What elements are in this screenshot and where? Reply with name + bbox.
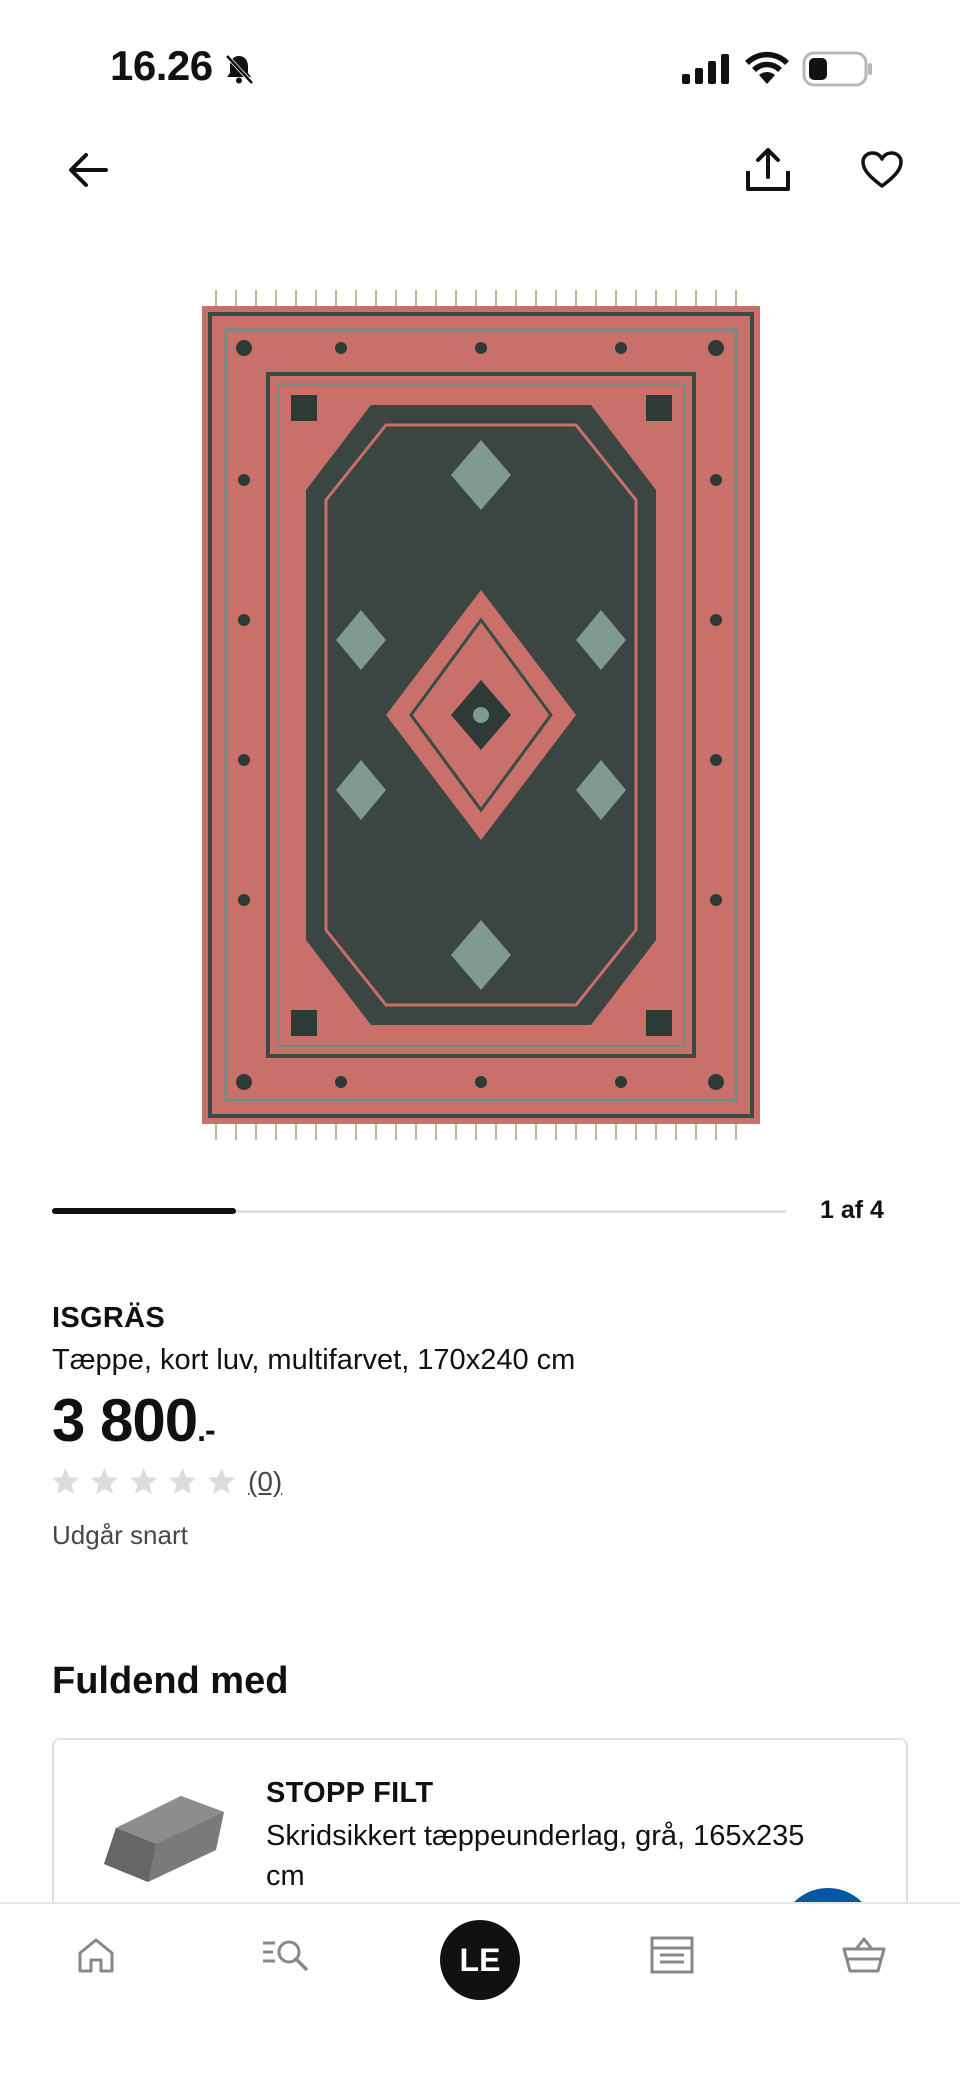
recommended-product-name: STOPP FILT bbox=[266, 1777, 434, 1809]
carousel-progress bbox=[52, 1208, 236, 1214]
price-suffix: .- bbox=[197, 1412, 216, 1448]
cart-icon bbox=[842, 1937, 886, 1973]
star-icon bbox=[207, 1467, 236, 1495]
star-icon bbox=[129, 1467, 158, 1495]
search-list-icon bbox=[263, 1940, 308, 1971]
arrow-left-icon bbox=[69, 153, 108, 187]
bell-muted-icon bbox=[225, 54, 254, 85]
battery-icon bbox=[802, 51, 872, 87]
carousel-page-indicator: 1 af 4 bbox=[820, 1196, 884, 1224]
store-icon bbox=[650, 1936, 694, 1974]
price-amount: 3 800 bbox=[52, 1387, 198, 1454]
cellular-signal-icon bbox=[682, 54, 729, 84]
share-button[interactable] bbox=[736, 138, 800, 202]
recommended-product-description: Skridsikkert tæppeunderlag, grå, 165x235… bbox=[266, 1820, 805, 1892]
back-button[interactable] bbox=[56, 138, 120, 202]
product-name: ISGRÄS bbox=[52, 1302, 165, 1334]
product-image[interactable] bbox=[196, 290, 766, 1140]
section-title: Fuldend med bbox=[52, 1660, 289, 1702]
tab-profile[interactable]: LE bbox=[440, 1920, 520, 2000]
wifi-icon bbox=[745, 51, 789, 84]
status-time: 16.26 bbox=[110, 42, 213, 89]
star-icon bbox=[90, 1467, 119, 1495]
heart-icon bbox=[861, 151, 903, 188]
share-icon bbox=[746, 148, 790, 191]
favorite-button[interactable] bbox=[850, 138, 914, 202]
star-icon bbox=[51, 1467, 80, 1495]
tab-store[interactable] bbox=[636, 1919, 708, 1991]
tab-home[interactable] bbox=[60, 1919, 132, 1991]
star-icon bbox=[168, 1467, 197, 1495]
product-price: 3 800.- bbox=[52, 1386, 216, 1455]
tab-search[interactable] bbox=[250, 1919, 322, 1991]
product-description: Tæppe, kort luv, multifarvet, 170x240 cm bbox=[52, 1344, 576, 1376]
review-count-link[interactable]: (0) bbox=[248, 1466, 282, 1498]
tab-cart[interactable] bbox=[828, 1919, 900, 1991]
rating-stars[interactable] bbox=[50, 1466, 237, 1497]
home-icon bbox=[78, 1938, 114, 1973]
recommended-product-image bbox=[104, 1796, 224, 1882]
availability-status: Udgår snart bbox=[52, 1520, 188, 1550]
